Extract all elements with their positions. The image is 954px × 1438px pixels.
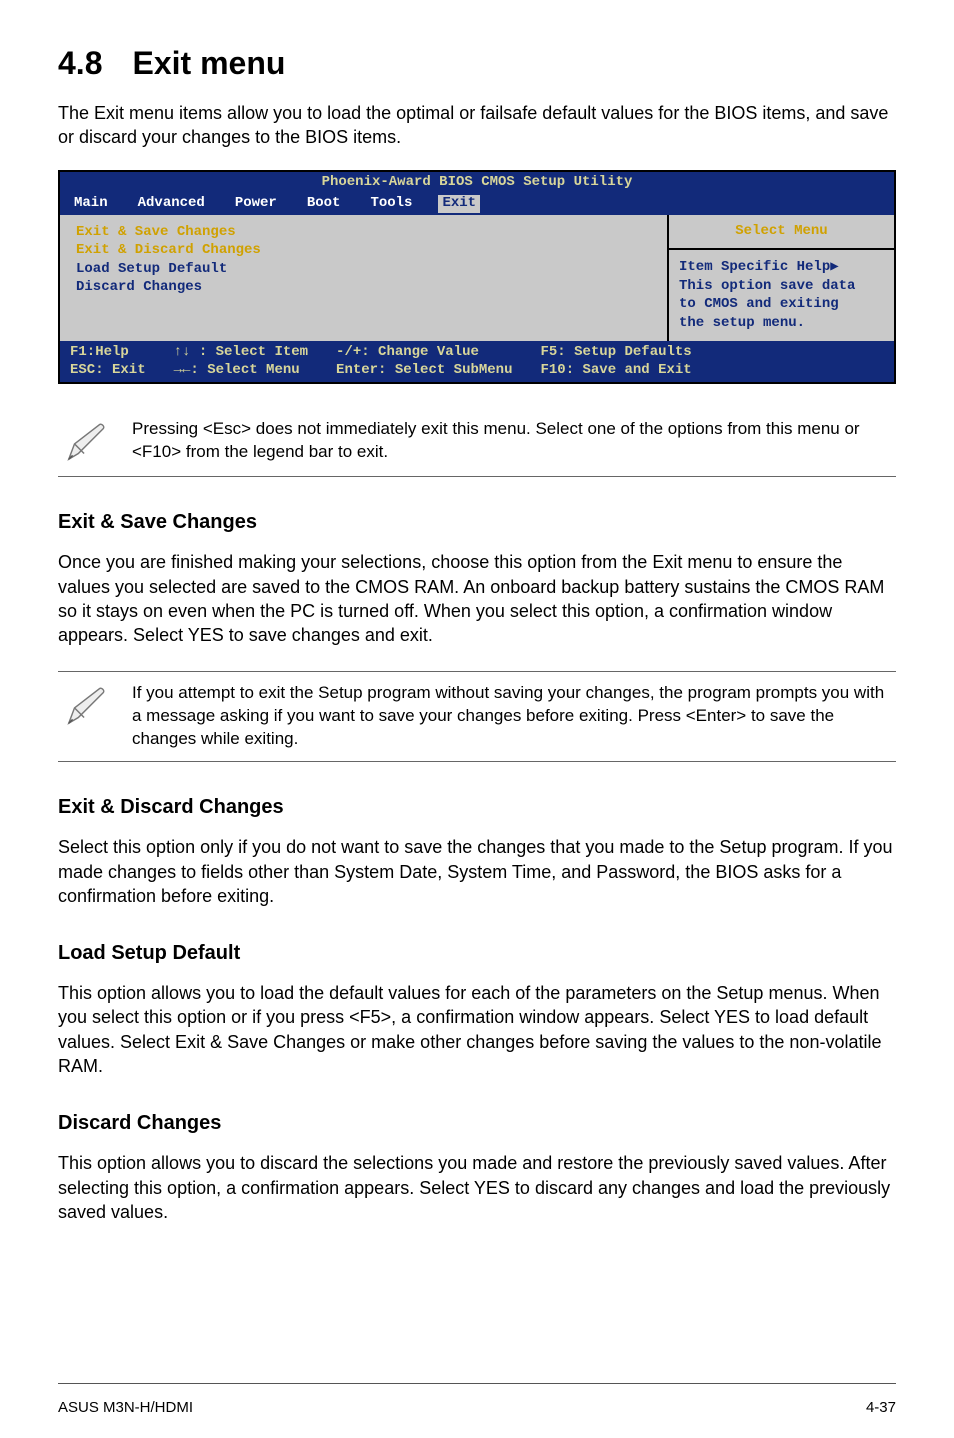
bios-tab-power[interactable]: Power [231,195,281,213]
bios-tab-main[interactable]: Main [70,195,112,213]
heading-load-default: Load Setup Default [58,940,896,967]
bios-tab-boot[interactable]: Boot [303,195,345,213]
section-name: Exit menu [132,45,285,81]
bios-right-pane: Select Menu Item Specific Help▶ This opt… [669,215,894,342]
bios-footer-col3: -/+: Change Value Enter: Select SubMenu [336,344,512,379]
bios-title-bar: Phoenix-Award BIOS CMOS Setup Utility [60,172,894,194]
bios-tab-advanced[interactable]: Advanced [134,195,209,213]
para-exit-discard: Select this option only if you do not wa… [58,835,896,908]
bios-left-pane: Exit & Save Changes Exit & Discard Chang… [60,215,669,342]
page-title: 4.8 Exit menu [58,42,896,85]
bios-help-title: Select Menu [669,215,894,251]
bios-help-line: the setup menu. [679,315,884,333]
para-discard: This option allows you to discard the se… [58,1151,896,1224]
bios-item-exit-discard[interactable]: Exit & Discard Changes [76,242,651,260]
bios-body: Exit & Save Changes Exit & Discard Chang… [60,215,894,342]
note-text: If you attempt to exit the Setup program… [132,682,892,751]
pencil-icon [62,682,110,730]
bios-tab-tools[interactable]: Tools [366,195,416,213]
bios-help-line: to CMOS and exiting [679,296,884,314]
bios-footer-col2: ↑↓ : Select Item →←: Select Menu [174,344,308,379]
note-save-prompt: If you attempt to exit the Setup program… [58,671,896,762]
page-footer: ASUS M3N-H/HDMI 4-37 [58,1383,896,1438]
footer-right: 4-37 [866,1398,896,1418]
bios-help-body: Item Specific Help▶ This option save dat… [669,250,894,341]
bios-footer-col4: F5: Setup Defaults F10: Save and Exit [540,344,691,379]
bios-footer-bar: F1:Help ESC: Exit ↑↓ : Select Item →←: S… [60,341,894,382]
footer-left: ASUS M3N-H/HDMI [58,1398,193,1418]
note-text: Pressing <Esc> does not immediately exit… [132,418,892,464]
bios-tab-exit[interactable]: Exit [438,195,480,213]
intro-paragraph: The Exit menu items allow you to load th… [58,101,896,150]
heading-exit-save: Exit & Save Changes [58,509,896,536]
bios-help-line: Item Specific Help▶ [679,259,884,277]
heading-discard: Discard Changes [58,1110,896,1137]
bios-menu-bar: Main Advanced Power Boot Tools Exit [60,193,894,215]
para-load-default: This option allows you to load the defau… [58,981,896,1078]
bios-item-discard[interactable]: Discard Changes [76,279,651,297]
bios-screenshot: Phoenix-Award BIOS CMOS Setup Utility Ma… [58,170,896,385]
bios-item-load-default[interactable]: Load Setup Default [76,261,651,279]
bios-help-line: This option save data [679,278,884,296]
pencil-icon [62,418,110,466]
para-exit-save: Once you are finished making your select… [58,550,896,647]
heading-exit-discard: Exit & Discard Changes [58,794,896,821]
section-number: 4.8 [58,42,102,85]
bios-footer-col1: F1:Help ESC: Exit [70,344,146,379]
note-esc: Pressing <Esc> does not immediately exit… [58,408,896,477]
bios-item-exit-save[interactable]: Exit & Save Changes [76,224,651,242]
